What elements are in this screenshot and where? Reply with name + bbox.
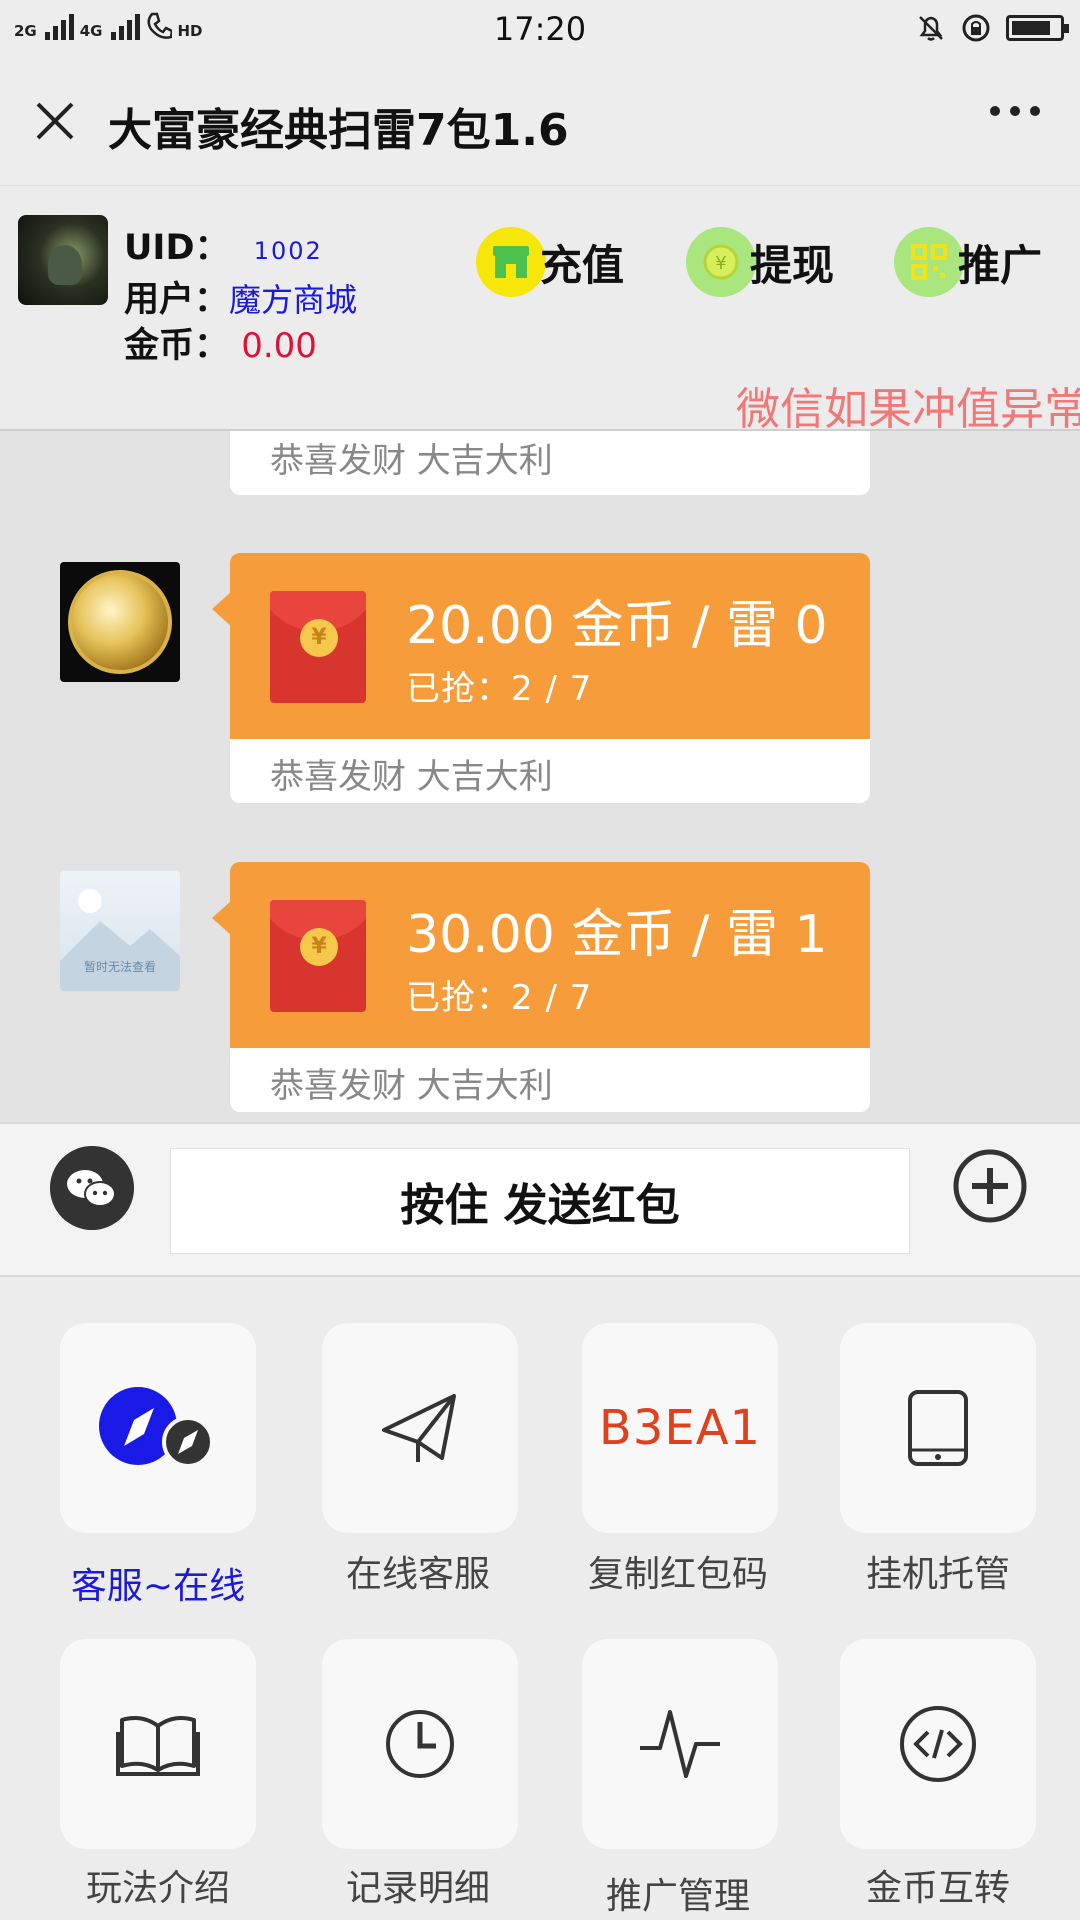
user-value: 魔方商城 (229, 281, 358, 319)
mute-icon (919, 16, 943, 41)
blessing-text: 恭喜发财 大吉大利 (270, 757, 553, 797)
uid-row: UID： 1002 (124, 219, 323, 270)
red-packet-message[interactable]: ¥ 20.00 金币 / 雷 0 已抢：2 / 7 恭喜发财 大吉大利 (212, 553, 870, 803)
medal-avatar[interactable] (60, 562, 180, 682)
compass-icon (99, 1387, 214, 1468)
hold-to-send-button[interactable]: 按住 发送红包 (170, 1148, 910, 1254)
user-avatar[interactable] (18, 215, 108, 305)
promo-manage-tile[interactable] (582, 1639, 778, 1849)
copy-code-label: 复制红包码 (587, 1554, 768, 1595)
auto-hosting-label: 挂机托管 (865, 1554, 1010, 1595)
plus-circle-icon[interactable] (952, 1148, 1028, 1224)
user-label: 用户： (124, 280, 230, 320)
coin-transfer-label: 金币互转 (865, 1868, 1010, 1909)
promote-button[interactable]: 推广 (894, 227, 1042, 297)
title-bar: 大富豪经典扫雷7包1.6 (0, 56, 1080, 186)
coin-value: 0.00 (241, 326, 317, 366)
qr-code-icon (894, 227, 964, 297)
red-packet-header: ¥ 30.00 金币 / 雷 1 已抢：2 / 7 (212, 862, 870, 1048)
medal-icon (68, 570, 172, 674)
online-service-tile[interactable] (322, 1323, 518, 1533)
pulse-icon (640, 1710, 720, 1778)
blessing-text: 恭喜发财 大吉大利 (270, 441, 553, 481)
partial-message-footer: 恭喜发财 大吉大利 (230, 431, 870, 495)
svg-text:¥: ¥ (715, 253, 726, 274)
red-packet-amount: 30.00 金币 / 雷 1 (406, 905, 828, 965)
function-grid: 客服~在线 在线客服 B3EA1 复制红包码 挂机托管 玩法介绍 记录明细 推广… (0, 1277, 1080, 1920)
chat-area[interactable]: 恭喜发财 大吉大利 ¥ 20.00 金币 / 雷 0 已抢：2 / 7 恭喜发财… (0, 431, 1080, 1122)
auto-hosting-tile[interactable] (840, 1323, 1036, 1533)
input-bar: 按住 发送红包 (0, 1122, 1080, 1277)
coin-label: 金币： (124, 326, 230, 366)
withdraw-button[interactable]: ¥ 提现 (686, 227, 834, 297)
red-packet-grabbed: 已抢：2 / 7 (406, 669, 593, 709)
user-info-panel: UID： 1002 用户：魔方商城 金币： 0.00 充值 ¥ 提现 推广 微信… (0, 187, 1080, 431)
paper-plane-icon (382, 1394, 456, 1462)
alarm-lock-icon (962, 14, 990, 42)
blessing-text: 恭喜发财 大吉大利 (270, 1066, 553, 1106)
online-service-label: 在线客服 (345, 1554, 490, 1595)
status-icons (916, 12, 1069, 44)
placeholder-avatar[interactable]: 暂时无法查看 (60, 871, 180, 991)
coin-row: 金币： 0.00 (124, 317, 317, 368)
wechat-icon[interactable] (50, 1146, 134, 1230)
service-online-tile[interactable] (60, 1323, 256, 1533)
red-packet-footer: 恭喜发财 大吉大利 (230, 1048, 870, 1112)
coin-transfer-tile[interactable] (840, 1639, 1036, 1849)
page-title: 大富豪经典扫雷7包1.6 (108, 105, 569, 156)
rules-tile[interactable] (60, 1639, 256, 1849)
records-tile[interactable] (322, 1639, 518, 1849)
shop-icon (476, 227, 546, 297)
close-icon[interactable] (30, 96, 80, 146)
uid-value: 1002 (253, 237, 323, 265)
bubble-arrow (212, 591, 232, 627)
status-bar: 2G 4G HD 17:20 (0, 0, 1080, 56)
bubble-arrow (212, 900, 232, 936)
promo-manage-label: 推广管理 (605, 1876, 750, 1917)
book-icon (116, 1716, 200, 1776)
tablet-icon (908, 1390, 968, 1466)
more-options-button[interactable] (990, 106, 1040, 116)
placeholder-text: 暂时无法查看 (83, 960, 156, 974)
red-envelope-icon: ¥ (270, 900, 366, 1012)
red-packet-footer: 恭喜发财 大吉大利 (230, 739, 870, 803)
battery-icon (1006, 15, 1069, 41)
red-packet-grabbed: 已抢：2 / 7 (406, 978, 593, 1018)
red-packet-message[interactable]: ¥ 30.00 金币 / 雷 1 已抢：2 / 7 恭喜发财 大吉大利 (212, 862, 870, 1112)
code-icon (900, 1706, 976, 1782)
clock-icon (386, 1710, 454, 1778)
user-row: 用户：魔方商城 (124, 271, 357, 322)
uid-label: UID： (124, 228, 230, 268)
notice-marquee: 微信如果冲值异常 (736, 384, 1080, 431)
records-label: 记录明细 (345, 1868, 490, 1909)
rules-label: 玩法介绍 (85, 1868, 230, 1909)
red-packet-amount: 20.00 金币 / 雷 0 (406, 596, 828, 656)
yuan-coin-icon: ¥ (686, 227, 756, 297)
service-online-label: 客服~在线 (70, 1566, 246, 1607)
promote-label: 推广 (958, 240, 1043, 290)
recharge-label: 充值 (540, 240, 625, 290)
withdraw-label: 提现 (750, 240, 835, 290)
red-packet-code: B3EA1 (598, 1400, 762, 1456)
recharge-button[interactable]: 充值 (476, 227, 624, 297)
copy-code-tile[interactable]: B3EA1 (582, 1323, 778, 1533)
red-envelope-icon: ¥ (270, 591, 366, 703)
red-packet-header: ¥ 20.00 金币 / 雷 0 已抢：2 / 7 (212, 553, 870, 739)
